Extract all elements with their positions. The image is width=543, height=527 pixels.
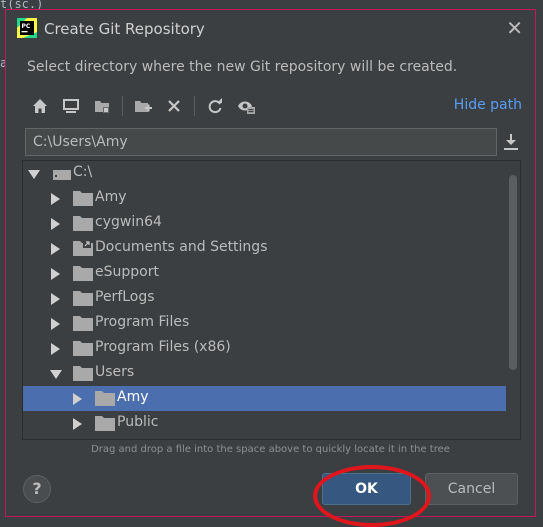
expand-arrow-icon[interactable] [51,343,60,355]
tree-item-label: PerfLogs [95,289,155,305]
tree-row-partial[interactable] [23,436,506,440]
delete-icon[interactable] [162,94,186,118]
tree-item-label: cygwin64 [95,214,162,230]
close-icon[interactable]: ✕ [506,16,523,40]
tree-item-label: Amy [95,189,127,205]
tree-item-label: Public [117,414,159,430]
toolbar-separator [194,96,195,116]
folder-icon [73,266,93,281]
tree-item-label: Program Files (x86) [95,339,231,355]
svg-text:PC: PC [22,23,31,30]
tree-row[interactable]: eSupport [23,261,506,286]
file-chooser-toolbar: Hide path [26,94,526,118]
home-icon[interactable] [28,94,52,118]
project-folder-icon[interactable] [90,94,114,118]
desktop-icon[interactable] [59,94,83,118]
dialog-description: Select directory where the new Git repos… [27,59,458,75]
folder-icon [73,316,93,331]
tree-item-label: Program Files [95,314,190,330]
tree-row[interactable]: Users [23,361,506,386]
tree-row[interactable]: Program Files [23,311,506,336]
expand-arrow-icon[interactable] [51,293,60,305]
help-button[interactable]: ? [23,475,51,503]
tree-row[interactable]: Documents and Settings [23,236,506,261]
tree-row-root[interactable]: C:\ [23,161,506,186]
expand-arrow-icon[interactable] [73,393,82,405]
collapse-arrow-icon[interactable] [50,370,62,379]
folder-icon [73,436,93,440]
tree-row[interactable]: Public [23,411,506,436]
refresh-icon[interactable] [203,94,227,118]
folder-icon [95,416,115,431]
hide-path-link[interactable]: Hide path [454,97,522,113]
folder-icon [73,341,93,356]
folder-shortcut-icon [73,241,93,256]
path-input[interactable]: C:\Users\Amy [25,128,497,156]
folder-icon [73,216,93,231]
create-git-repository-dialog: PC Create Git Repository ✕ Select direct… [5,9,536,527]
expand-arrow-icon[interactable] [51,193,60,205]
expand-arrow-icon[interactable] [51,268,60,280]
tree-item-label: Users [95,364,135,380]
directory-tree[interactable]: C:\ Amy cygwin64 Documents and Settings … [22,160,521,440]
tree-row[interactable]: Program Files (x86) [23,336,506,361]
folder-icon [73,191,93,206]
drag-drop-hint: Drag and drop a file into the space abov… [91,444,450,455]
toolbar-separator [122,96,123,116]
dialog-titlebar: PC Create Git Repository ✕ [6,10,535,48]
highlight-annotation-circle [313,465,431,527]
tree-scrollbar[interactable] [506,161,520,439]
folder-icon [73,291,93,306]
expand-arrow-icon[interactable] [51,243,60,255]
drive-icon [53,170,71,180]
folder-icon [95,391,115,406]
tree-item-label: Amy [117,389,149,405]
expand-arrow-icon[interactable] [51,218,60,230]
scrollbar-thumb[interactable] [509,175,517,370]
tree-row[interactable]: PerfLogs [23,286,506,311]
download-path-icon[interactable] [502,132,520,152]
cancel-button[interactable]: Cancel [425,473,518,505]
tree-row[interactable]: Amy [23,186,506,211]
folder-icon [73,366,93,381]
tree-row[interactable]: cygwin64 [23,211,506,236]
new-folder-icon[interactable] [131,94,155,118]
expand-arrow-icon[interactable] [51,318,60,330]
collapse-arrow-icon[interactable] [28,170,40,179]
dialog-title: Create Git Repository [44,20,205,38]
expand-arrow-icon[interactable] [73,418,82,430]
pycharm-app-icon: PC [17,18,37,38]
tree-row-selected[interactable]: Amy [23,386,506,411]
tree-item-label: eSupport [95,264,159,280]
show-hidden-icon[interactable] [234,94,258,118]
tree-item-label: C:\ [73,164,93,180]
tree-item-label: Documents and Settings [95,239,268,255]
